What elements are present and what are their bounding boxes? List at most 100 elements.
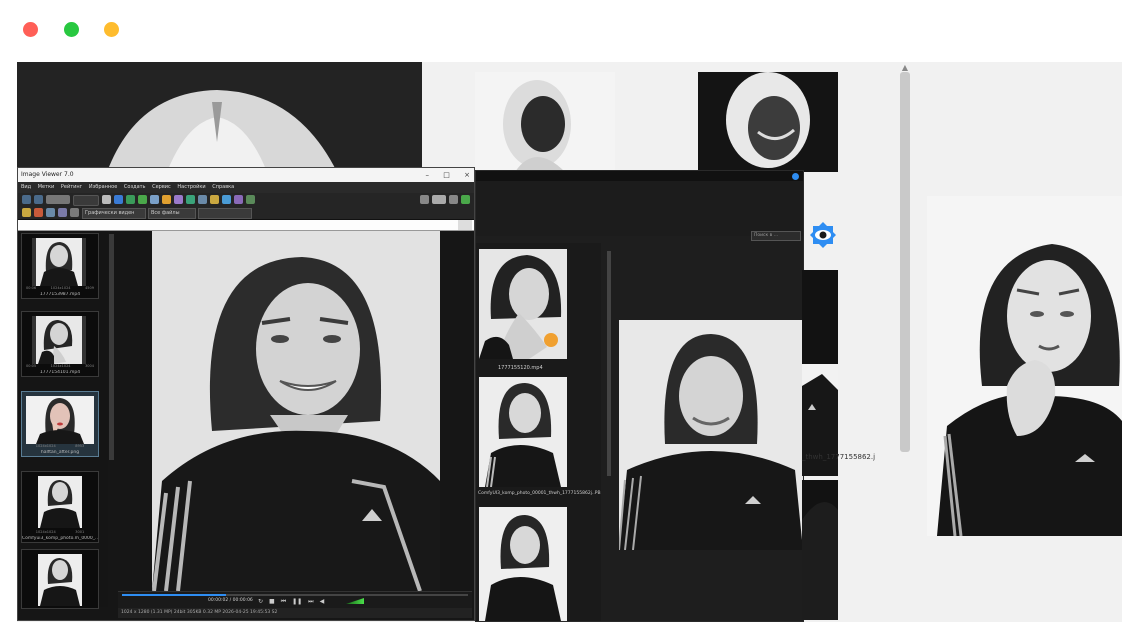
menu-item[interactable]: Настройки <box>177 184 205 190</box>
star-icon[interactable] <box>174 195 183 204</box>
seek-bar[interactable] <box>122 594 468 596</box>
thumbnail-image <box>32 238 86 286</box>
window-close-icon[interactable] <box>792 173 799 180</box>
close-window-dot[interactable] <box>23 22 38 37</box>
search-combo[interactable] <box>198 208 252 219</box>
thumbnail-meta: 00:06 1024x1024 4509 <box>26 286 94 290</box>
hand-icon[interactable] <box>102 195 111 204</box>
thumbnail-item[interactable]: 00:06 1024x1024 4509 1777153987.mp4 <box>21 233 99 299</box>
list-icon[interactable] <box>70 208 79 217</box>
meta-value: 00:05 <box>26 364 37 368</box>
meta-value: 1024x1024 <box>35 444 56 448</box>
filmstrip-icon[interactable] <box>114 195 123 204</box>
eye-app-icon[interactable] <box>810 222 836 248</box>
thumbnail-meta: 1024x1024 8953 <box>26 444 94 448</box>
meta-value: 00:06 <box>26 286 37 290</box>
viewer-menubar: Вид Метки Рейтинг Избранное Создать Серв… <box>18 182 474 193</box>
minimize-icon[interactable]: – <box>426 171 430 179</box>
thumb-photo-stripes[interactable] <box>479 377 567 487</box>
layout-icon[interactable] <box>420 195 429 204</box>
maximize-icon[interactable]: □ <box>443 171 450 179</box>
path-bar-buttons[interactable] <box>458 220 472 230</box>
volume-slider[interactable] <box>346 598 364 604</box>
seek-progress <box>122 594 226 596</box>
menu-item[interactable]: Рейтинг <box>61 184 82 190</box>
thumbnail-caption: 1777154101.mp4 <box>39 370 81 375</box>
grid-icon[interactable] <box>58 208 67 217</box>
stop-icon[interactable]: ■ <box>269 598 275 606</box>
layout-icon[interactable] <box>461 195 470 204</box>
tag-icon[interactable] <box>186 195 195 204</box>
copy-icon[interactable] <box>46 208 55 217</box>
rotate-icon[interactable] <box>138 195 147 204</box>
slideshow-icon[interactable] <box>126 195 135 204</box>
layout-icons <box>420 195 470 204</box>
minimize-window-dot[interactable] <box>104 22 119 37</box>
thumbnail-image <box>32 316 86 364</box>
back-icon[interactable] <box>22 195 31 204</box>
thumb-caption: ComfyUI3_komp_photo_00001_thwh_177715586… <box>478 491 601 496</box>
edit-icon[interactable] <box>162 195 171 204</box>
view-combo[interactable] <box>73 195 99 206</box>
meta-value: 1024x1024 <box>50 286 71 290</box>
forward-icon[interactable] <box>34 195 43 204</box>
sort-combo[interactable]: Графически виден <box>82 208 146 219</box>
menu-item[interactable]: Избранное <box>89 184 117 190</box>
next-frame-icon[interactable]: ⏭ <box>308 598 313 606</box>
close-icon[interactable]: × <box>464 171 470 179</box>
layout-icon[interactable] <box>449 195 458 204</box>
status-text: 1024 x 1280 (1.31 MP) 24bit 305KB 0.32 M… <box>121 610 278 615</box>
thumbnail-image <box>38 554 82 606</box>
thumbnail-item[interactable] <box>21 549 99 609</box>
inverted-photo-1 <box>475 72 615 172</box>
main-toolbar <box>18 193 474 207</box>
menu-item[interactable]: Вид <box>21 184 31 190</box>
second-thumb-scrollbar[interactable] <box>607 251 611 476</box>
right-photo-hand-lips <box>927 196 1122 536</box>
select-icon[interactable] <box>22 208 31 217</box>
web-icon[interactable] <box>234 195 243 204</box>
pause-icon[interactable]: ❚❚ <box>292 598 302 606</box>
viewer-titlebar: Image Viewer 7.0 – □ × <box>18 168 474 182</box>
page-scrollbar[interactable] <box>900 72 910 452</box>
menu-item[interactable]: Создать <box>124 184 146 190</box>
search-placeholder: Поиск в ... <box>754 233 779 238</box>
partial-photo-lower <box>802 480 838 620</box>
menu-item[interactable]: Сервис <box>152 184 171 190</box>
thumbnail-column: 00:06 1024x1024 4509 1777153987.mp4 00:05 1… <box>18 231 108 609</box>
filter-icons <box>22 208 79 217</box>
second-preview-photo <box>619 320 803 550</box>
thumbnail-caption: Comfyui3_komp_photo.m_0000_... <box>22 536 98 541</box>
toolbar-icons <box>22 195 255 206</box>
menu-item[interactable]: Метки <box>38 184 55 190</box>
thumbnail-image <box>26 396 94 444</box>
volume-icon[interactable]: ◀ <box>320 598 325 606</box>
menu-item[interactable]: Справка <box>212 184 234 190</box>
thumbnail-scrollbar[interactable] <box>109 234 114 460</box>
thumb-photo-third[interactable] <box>479 507 567 621</box>
second-toolbar <box>476 181 803 236</box>
meta-value: 4509 <box>85 286 94 290</box>
filter-combo[interactable]: Все файлы <box>148 208 196 219</box>
path-bar[interactable] <box>18 220 474 231</box>
prev-frame-icon[interactable]: ⏮ <box>281 598 286 606</box>
print-icon[interactable] <box>198 195 207 204</box>
thumbnail-item[interactable]: 1024x1024 3001 Comfyui3_komp_photo.m_0000… <box>21 471 99 543</box>
crop-icon[interactable] <box>150 195 159 204</box>
background-photo-hair <box>17 62 422 172</box>
thumbnail-item-selected[interactable]: 1024x1024 8953 halftan_after.png <box>21 391 99 457</box>
video-player-bar: 00:00:02 / 00:00:06 ↻ ■ ⏮ ❚❚ ⏭ ◀ <box>118 591 472 608</box>
delete-icon[interactable] <box>34 208 43 217</box>
layout-icon[interactable] <box>432 195 446 204</box>
player-time: 00:00:02 / 00:00:06 <box>208 598 253 603</box>
search-field[interactable]: Поиск в ... <box>751 231 801 241</box>
scroll-up-arrow-icon[interactable]: ▲ <box>900 64 910 72</box>
settings-icon[interactable] <box>246 195 255 204</box>
palette-icon[interactable] <box>222 195 231 204</box>
maximize-window-dot[interactable] <box>64 22 79 37</box>
loop-icon[interactable]: ↻ <box>258 598 263 606</box>
thumbnail-item[interactable]: 00:05 1024x1024 3004 1777154101.mp4 <box>21 311 99 377</box>
second-viewer-window: Поиск в ... 1777155120.mp4 ComfyUI3_komp… <box>475 170 804 622</box>
mail-icon[interactable] <box>210 195 219 204</box>
folder-icon[interactable] <box>46 195 70 204</box>
